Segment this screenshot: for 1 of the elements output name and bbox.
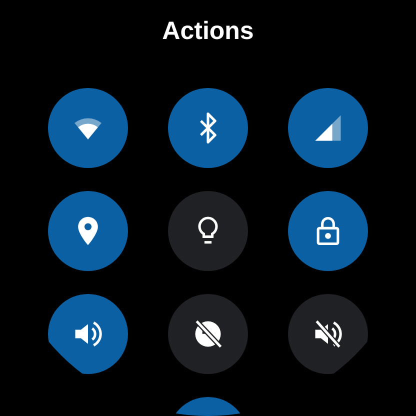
screen-title: Actions <box>162 17 254 46</box>
